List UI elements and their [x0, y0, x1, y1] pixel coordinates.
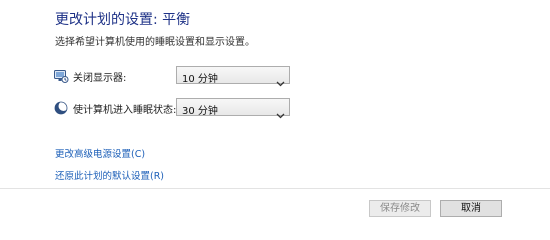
save-changes-button[interactable]: 保存修改	[369, 200, 431, 217]
monitor-icon	[53, 68, 69, 84]
restore-defaults-link[interactable]: 还原此计划的默认设置(R)	[55, 168, 164, 182]
display-off-setting: 关闭显示器: 10 分钟	[53, 66, 298, 87]
chevron-down-icon	[276, 104, 285, 119]
sleep-setting: 使计算机进入睡眠状态: 30 分钟	[53, 98, 298, 119]
page-title: 更改计划的设置: 平衡	[55, 12, 191, 28]
sleep-label: 使计算机进入睡眠状态:	[73, 105, 177, 116]
moon-icon	[53, 100, 69, 116]
sleep-value: 30 分钟	[182, 106, 218, 117]
display-off-label: 关闭显示器:	[73, 73, 127, 84]
footer-divider	[0, 188, 550, 189]
display-off-value: 10 分钟	[182, 74, 218, 85]
display-off-dropdown[interactable]: 10 分钟	[176, 66, 290, 87]
page-subtitle: 选择希望计算机使用的睡眠设置和显示设置。	[55, 37, 255, 48]
cancel-button[interactable]: 取消	[440, 200, 502, 217]
sleep-dropdown[interactable]: 30 分钟	[176, 98, 290, 119]
advanced-power-settings-link[interactable]: 更改高级电源设置(C)	[55, 146, 145, 160]
chevron-down-icon	[276, 72, 285, 87]
